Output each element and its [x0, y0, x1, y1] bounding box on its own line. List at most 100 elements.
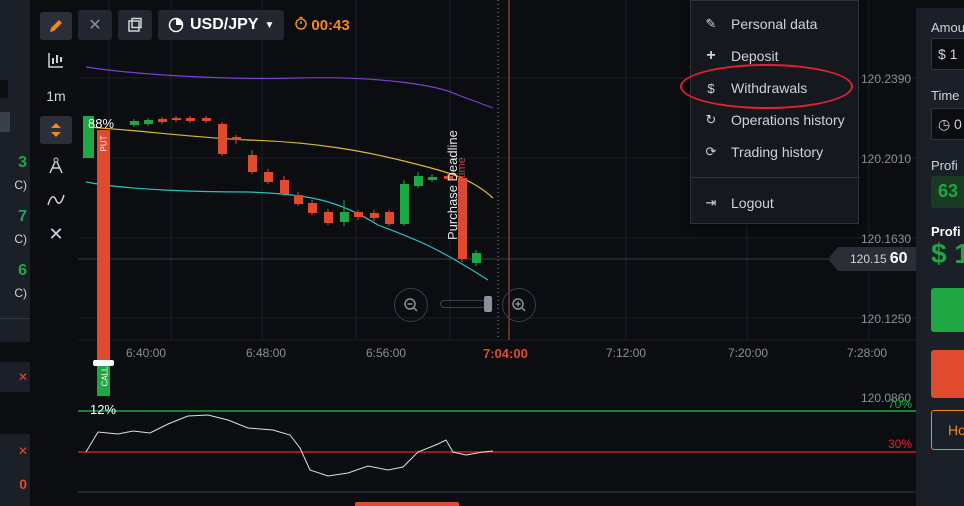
zoom-slider-handle[interactable] [484, 296, 492, 312]
x-axis-label: 7:20:00 [728, 346, 769, 360]
candle [218, 124, 227, 154]
close-icon[interactable]: ✕ [78, 10, 112, 40]
secondary-action-button[interactable]: Ho [931, 410, 964, 450]
timeframe-selector[interactable]: 1m [40, 82, 72, 110]
close-icon[interactable]: ✕ [18, 370, 28, 384]
profit-amount-label: Profi [931, 224, 961, 239]
chart-tools: 1m ✕ [36, 8, 76, 498]
put-bar[interactable] [97, 130, 110, 366]
current-price-small: 120.15 [850, 252, 887, 266]
menu-item-label: Personal data [731, 16, 818, 32]
candle [414, 176, 423, 186]
call-percent: 12% [90, 402, 117, 417]
current-price-tag: 120.15 60 [828, 247, 916, 271]
trade-panel: Amou $ 1 Time ◷ 0 Profi 63 Profi $ 1 Ho [916, 8, 964, 506]
profit-label: Profi [931, 158, 958, 173]
left-value: 3 [18, 154, 27, 171]
zoom-out-icon[interactable] [394, 288, 428, 322]
chevron-down-icon: ▼ [264, 19, 275, 31]
candle [202, 118, 211, 121]
indicator-icon[interactable] [40, 186, 72, 214]
y-axis-label: 120.1630 [861, 232, 912, 246]
candle [232, 137, 241, 140]
account-menu: ✎ Personal data + Deposit $ Withdrawals … [690, 0, 860, 224]
left-panel-strip: 3 C) 7 C) 6 C) ✕ ✕ 0 [0, 0, 30, 506]
candle [324, 212, 333, 223]
candle [186, 118, 195, 121]
put-label: PUT [99, 135, 109, 152]
menu-item-operations-history[interactable]: ↻ Operations history [691, 106, 860, 134]
expiry-timer: 00:43 [294, 16, 350, 34]
expiration-time-label: Expiration time [456, 157, 468, 230]
menu-item-personal-data[interactable]: ✎ Personal data [691, 10, 860, 38]
top-toolbar: ✕ USD/JPY ▼ 00:43 [78, 10, 350, 40]
pencil-icon[interactable] [40, 12, 72, 40]
time-input[interactable]: ◷ 0 [931, 108, 964, 140]
candle [308, 203, 317, 213]
timer-value: 00:43 [311, 16, 350, 34]
candle [264, 172, 273, 182]
asset-selector[interactable]: USD/JPY ▼ [158, 10, 285, 40]
close-icon[interactable]: ✕ [18, 444, 28, 458]
plus-icon: + [706, 47, 716, 64]
x-axis-label: 6:48:00 [246, 346, 287, 360]
y-axis-label: 120.2390 [861, 72, 912, 86]
left-strip-box [0, 392, 30, 434]
left-value: 7 [18, 208, 27, 225]
candle [385, 212, 394, 224]
edit-icon: ✎ [705, 16, 717, 31]
sort-arrows-icon[interactable] [40, 116, 72, 144]
left-divider [0, 318, 30, 319]
bottom-tab[interactable] [355, 502, 459, 506]
menu-item-trading-history[interactable]: ⟳ Trading history [691, 138, 860, 166]
put-call-slider[interactable] [93, 360, 114, 366]
candle [370, 213, 379, 218]
time-label: Time [931, 88, 960, 103]
menu-item-deposit[interactable]: + Deposit [691, 42, 860, 70]
candle [248, 155, 257, 172]
menu-item-label: Logout [731, 195, 774, 211]
compass-icon[interactable] [40, 152, 72, 180]
left-value: 6 [18, 262, 27, 279]
candle [294, 195, 303, 204]
amount-input[interactable]: $ 1 [931, 38, 964, 70]
x-axis-label: 6:56:00 [366, 346, 407, 360]
pie-chart-icon [168, 17, 184, 33]
zoom-slider[interactable] [440, 300, 490, 308]
left-sub: C) [14, 286, 27, 300]
x-axis-label: 7:12:00 [606, 346, 647, 360]
duplicate-window-icon[interactable] [118, 10, 152, 40]
stopwatch-icon [294, 16, 308, 34]
close-icon[interactable]: ✕ [40, 220, 72, 248]
x-axis-label: 7:28:00 [847, 346, 888, 360]
left-strip-box [0, 112, 10, 132]
candlestick-chart-icon[interactable] [40, 46, 72, 74]
menu-item-label: Trading history [731, 144, 824, 160]
amount-label: Amou [931, 20, 964, 35]
candle [472, 253, 481, 263]
candle [354, 212, 363, 217]
left-strip-box [0, 80, 8, 98]
put-percent: 88% [88, 116, 115, 131]
candle [428, 177, 437, 180]
left-sub: C) [14, 232, 27, 246]
put-button[interactable] [931, 350, 964, 398]
candle [280, 180, 289, 194]
menu-item-label: Deposit [731, 48, 779, 64]
call-button[interactable] [931, 288, 964, 332]
menu-item-label: Withdrawals [731, 80, 808, 96]
y-axis-label: 120.1250 [861, 312, 912, 326]
clock-icon: ◷ [938, 116, 951, 132]
call-label: CALL [100, 366, 110, 387]
dollar-icon: $ [707, 80, 715, 96]
candle [130, 121, 139, 125]
time-value: 0 [954, 116, 962, 132]
menu-divider [691, 177, 860, 178]
left-strip-box [0, 342, 30, 362]
menu-item-withdrawals[interactable]: $ Withdrawals [691, 74, 860, 102]
left-value: 0 [19, 476, 27, 492]
zoom-in-icon[interactable] [502, 288, 536, 322]
menu-item-logout[interactable]: ⇥ Logout [691, 189, 860, 217]
asset-name: USD/JPY [190, 16, 259, 33]
x-axis-label: 6:40:00 [126, 346, 167, 360]
